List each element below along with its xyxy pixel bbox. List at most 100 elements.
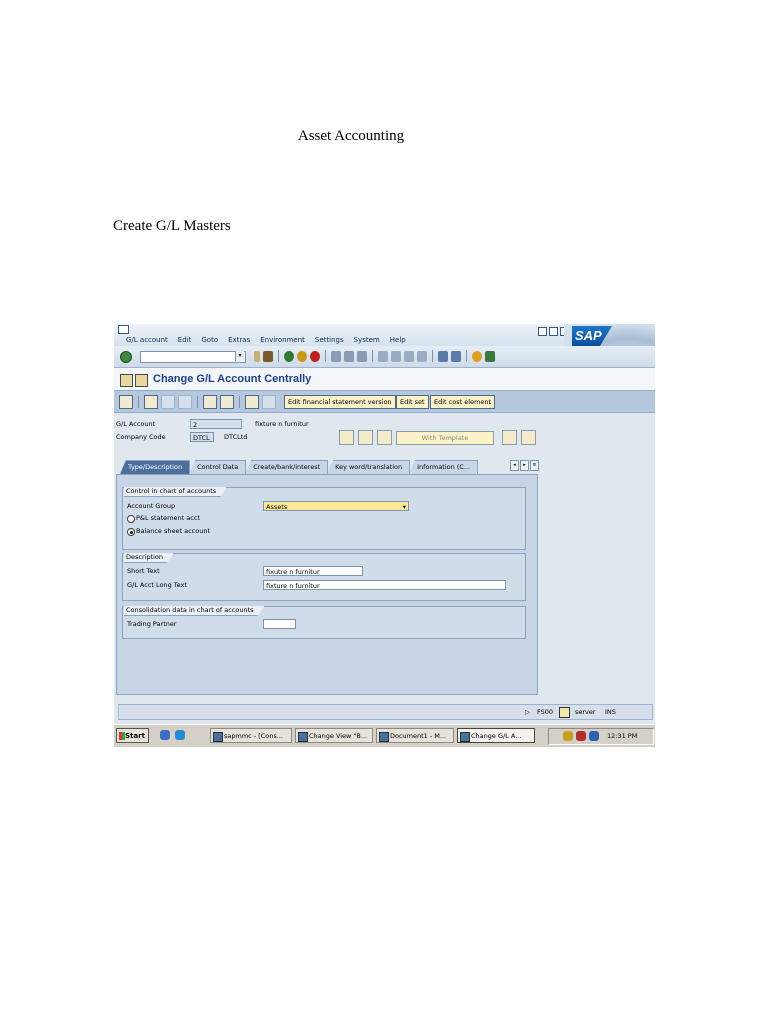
other-object-icon[interactable] <box>135 374 148 387</box>
status-bar: ▷ FS00 server INS <box>118 704 653 720</box>
account-group-field[interactable]: Assets ▾ <box>263 501 409 511</box>
title-icons <box>120 374 148 387</box>
company-code-field[interactable]: DTCL <box>190 432 214 442</box>
status-info-icon[interactable] <box>559 707 570 718</box>
lock-icon[interactable] <box>502 430 517 445</box>
tab-control-data[interactable]: Control Data <box>189 460 247 474</box>
taskbar-item-sapmmc[interactable]: sapmmc - [Cons... <box>210 728 292 743</box>
pl-statement-radio[interactable] <box>127 515 135 523</box>
create-session-icon[interactable] <box>438 350 448 362</box>
first-page-icon[interactable] <box>378 350 388 362</box>
save-icon[interactable] <box>263 350 273 362</box>
windows-logo-icon <box>119 732 125 740</box>
tab-keyword-translation[interactable]: Key word/translation <box>327 460 411 474</box>
mmc-icon <box>213 732 223 742</box>
next-page-icon[interactable] <box>404 350 414 362</box>
menu-help[interactable]: Help <box>390 336 406 344</box>
app-toolbar-icons <box>119 395 276 409</box>
company-code-label: Company Code <box>116 433 166 441</box>
standard-toolbar: ▾ <box>114 346 655 368</box>
system-menu-icon[interactable] <box>118 325 129 334</box>
menu-extras[interactable]: Extras <box>228 336 250 344</box>
tray-icon[interactable] <box>563 731 573 741</box>
menu-gl-account[interactable]: G/L account <box>126 336 168 344</box>
start-button[interactable]: Start <box>116 728 149 743</box>
edit-cost-element-button[interactable]: Edit cost element <box>430 395 496 409</box>
control-group-title: Control in chart of accounts <box>124 487 227 497</box>
separator <box>278 350 279 362</box>
pencil-icon[interactable] <box>358 430 373 445</box>
balance-sheet-label: Balance sheet account <box>136 527 211 535</box>
create-icon[interactable] <box>119 395 133 409</box>
edit-set-button[interactable]: Edit set <box>396 395 429 409</box>
separator <box>432 350 433 362</box>
find-icon[interactable] <box>344 350 354 362</box>
status-server: server <box>575 708 596 716</box>
tab-information[interactable]: Information (C... <box>409 460 479 474</box>
tray-icon[interactable] <box>576 731 586 741</box>
menu-edit[interactable]: Edit <box>178 336 192 344</box>
sap-screenshot: G/L account Edit Goto Extras Environment… <box>114 324 655 747</box>
menu-system[interactable]: System <box>354 336 380 344</box>
description-group-title: Description <box>124 553 174 563</box>
minimize-icon[interactable] <box>538 327 547 336</box>
command-field[interactable] <box>140 351 246 363</box>
cancel-icon[interactable] <box>310 350 320 362</box>
copy-icon[interactable] <box>144 395 158 409</box>
last-page-icon[interactable] <box>417 350 427 362</box>
maximize-icon[interactable] <box>549 327 558 336</box>
previous-page-icon[interactable] <box>391 350 401 362</box>
desktop-icon[interactable] <box>160 730 170 740</box>
enter-icon[interactable] <box>120 351 132 363</box>
tab-scroll-right-icon[interactable]: ▸ <box>520 460 529 471</box>
shortcut-icon[interactable] <box>451 350 461 362</box>
taskbar-item-change-gl[interactable]: Change G/L A... <box>457 728 535 743</box>
edit-icon[interactable] <box>339 430 354 445</box>
back-icon[interactable] <box>284 350 294 362</box>
back-arrow-icon[interactable] <box>254 350 260 362</box>
menu-settings[interactable]: Settings <box>315 336 344 344</box>
with-template-button[interactable]: With Template <box>396 430 494 445</box>
tab-strip: Type/Description Control Data Create/ban… <box>120 460 479 474</box>
short-text-field[interactable]: fixutre n furnitur <box>263 566 363 576</box>
trading-partner-field[interactable] <box>263 619 296 629</box>
help-icon[interactable] <box>472 350 482 362</box>
menu-goto[interactable]: Goto <box>201 336 218 344</box>
tab-scroll-left-icon[interactable]: ◂ <box>510 460 519 471</box>
status-expand-icon[interactable]: ▷ <box>525 707 530 717</box>
long-text-label: G/L Acct Long Text <box>127 581 187 589</box>
document-heading: Create G/L Masters <box>113 218 231 234</box>
command-dropdown-icon[interactable]: ▾ <box>235 351 244 361</box>
layout-icon[interactable] <box>485 350 495 362</box>
browser-icon[interactable] <box>175 730 185 740</box>
disabled-icon <box>161 395 175 409</box>
tab-type-description[interactable]: Type/Description <box>120 460 191 474</box>
find-next-icon[interactable] <box>357 350 367 362</box>
trading-partner-label: Trading Partner <box>127 620 177 628</box>
network-icon[interactable] <box>589 731 599 741</box>
taskbar-item-document1[interactable]: Document1 - M... <box>376 728 454 743</box>
document-icon[interactable] <box>377 430 392 445</box>
tab-scroll-controls: ◂ ▸ ≡ <box>510 460 539 471</box>
display-change-icon[interactable] <box>120 374 133 387</box>
consolidation-group: Consolidation data in chart of accounts … <box>122 606 526 639</box>
status-transaction: FS00 <box>537 708 554 716</box>
company-code-description: DTCLtd <box>224 433 248 441</box>
exit-icon[interactable] <box>297 350 307 362</box>
taskbar-item-change-view[interactable]: Change View "B... <box>295 728 373 743</box>
balance-sheet-radio[interactable] <box>127 528 135 536</box>
where-used-icon[interactable] <box>245 395 259 409</box>
print-icon[interactable] <box>331 350 341 362</box>
long-text-field[interactable]: fixture n furnitur <box>263 580 506 590</box>
edit-fs-version-button[interactable]: Edit financial statement version <box>284 395 396 409</box>
menu-environment[interactable]: Environment <box>260 336 305 344</box>
dropdown-icon[interactable]: ▾ <box>403 502 406 512</box>
tab-list-icon[interactable]: ≡ <box>530 460 539 471</box>
delete-icon[interactable] <box>521 430 536 445</box>
next-icon[interactable] <box>220 395 234 409</box>
gl-account-description: fixture n furnitur <box>255 420 309 428</box>
tab-create-bank-interest[interactable]: Create/bank/interest <box>245 460 329 474</box>
gl-account-field[interactable]: 2 <box>190 419 242 429</box>
previous-icon[interactable] <box>203 395 217 409</box>
description-group: Description Short Text fixutre n furnitu… <box>122 553 526 601</box>
